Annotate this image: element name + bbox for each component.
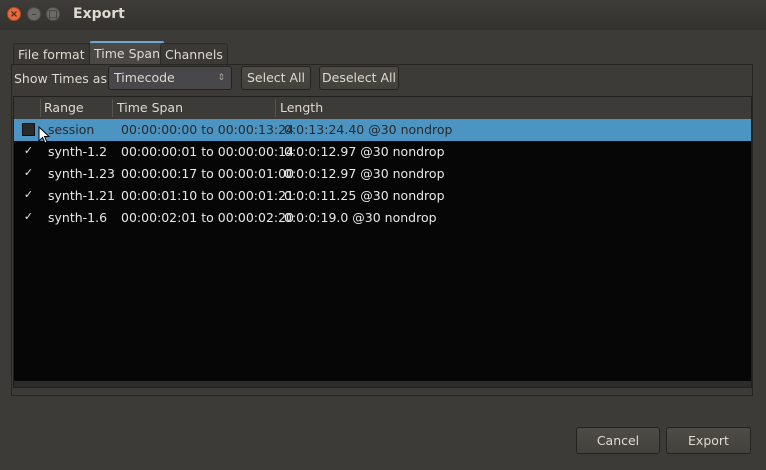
horizontal-scrollbar[interactable] <box>14 381 751 387</box>
title-bar: × – □ Export <box>0 0 766 30</box>
row-time-span: 00:00:00:01 to 00:00:00:14 <box>121 144 295 159</box>
select-all-button[interactable]: Select All <box>241 66 311 90</box>
row-time-span: 00:00:01:10 to 00:00:01:21 <box>121 188 295 203</box>
maximize-window-button[interactable]: □ <box>46 7 60 21</box>
row-time-span: 00:00:00:17 to 00:00:01:00 <box>121 166 295 181</box>
tab-channels[interactable]: Channels <box>160 43 228 65</box>
row-length: 0:0:0:19.0 @30 nondrop <box>284 210 437 225</box>
time-span-list[interactable]: Range Time Span Length session 00:00:00:0… <box>13 96 752 388</box>
table-row[interactable]: session 00:00:00:00 to 00:00:13:24 0:0:13:… <box>14 119 751 141</box>
table-row[interactable]: ✓ synth-1.2 00:00:00:01 to 00:00:00:14 0:0:… <box>14 141 751 163</box>
column-separator <box>40 99 41 117</box>
row-length: 0:0:0:11.25 @30 nondrop <box>284 188 445 203</box>
row-range: synth-1.2 <box>48 144 108 159</box>
row-length: 0:0:0:12.97 @30 nondrop <box>284 166 445 181</box>
row-time-span: 00:00:02:01 to 00:00:02:20 <box>121 210 295 225</box>
updown-arrow-icon: ⇕ <box>217 73 225 83</box>
show-times-select[interactable]: Timecode ⇕ <box>108 66 232 90</box>
row-range: synth-1.21 <box>48 188 115 203</box>
table-row[interactable]: ✓ synth-1.23 00:00:00:17 to 00:00:01:00 0:0… <box>14 163 751 185</box>
cancel-button[interactable]: Cancel <box>576 427 660 454</box>
row-checkbox[interactable]: ✓ <box>22 211 35 224</box>
row-range: synth-1.6 <box>48 210 108 225</box>
mouse-cursor-icon <box>38 126 50 144</box>
deselect-all-button[interactable]: Deselect All <box>319 66 399 90</box>
row-checkbox[interactable]: ✓ <box>22 189 35 202</box>
row-range: synth-1.23 <box>48 166 115 181</box>
tab-file-format[interactable]: File format <box>13 43 90 65</box>
show-times-label: Show Times as: <box>14 71 112 86</box>
row-checkbox[interactable]: ✓ <box>22 167 35 180</box>
export-button[interactable]: Export <box>666 427 751 454</box>
row-range: session <box>48 122 95 137</box>
row-checkbox[interactable] <box>22 123 35 136</box>
column-header-length[interactable]: Length <box>280 100 323 115</box>
table-row[interactable]: ✓ synth-1.21 00:00:01:10 to 00:00:01:21 0:0… <box>14 185 751 207</box>
show-times-value: Timecode <box>114 70 175 85</box>
row-checkbox[interactable]: ✓ <box>22 145 35 158</box>
column-separator <box>275 99 276 117</box>
row-time-span: 00:00:00:00 to 00:00:13:24 <box>121 122 295 137</box>
close-window-button[interactable]: × <box>7 7 21 21</box>
window-title: Export <box>73 6 125 22</box>
table-row[interactable]: ✓ synth-1.6 00:00:02:01 to 00:00:02:20 0:0:… <box>14 207 751 229</box>
column-header-range[interactable]: Range <box>44 100 84 115</box>
row-length: 0:0:0:12.97 @30 nondrop <box>284 144 445 159</box>
minimize-window-button[interactable]: – <box>27 7 41 21</box>
column-separator <box>112 99 113 117</box>
row-length: 0:0:13:24.40 @30 nondrop <box>284 122 453 137</box>
list-header: Range Time Span Length <box>14 97 751 119</box>
tab-time-span[interactable]: Time Span <box>89 41 166 65</box>
column-header-time-span[interactable]: Time Span <box>117 100 183 115</box>
